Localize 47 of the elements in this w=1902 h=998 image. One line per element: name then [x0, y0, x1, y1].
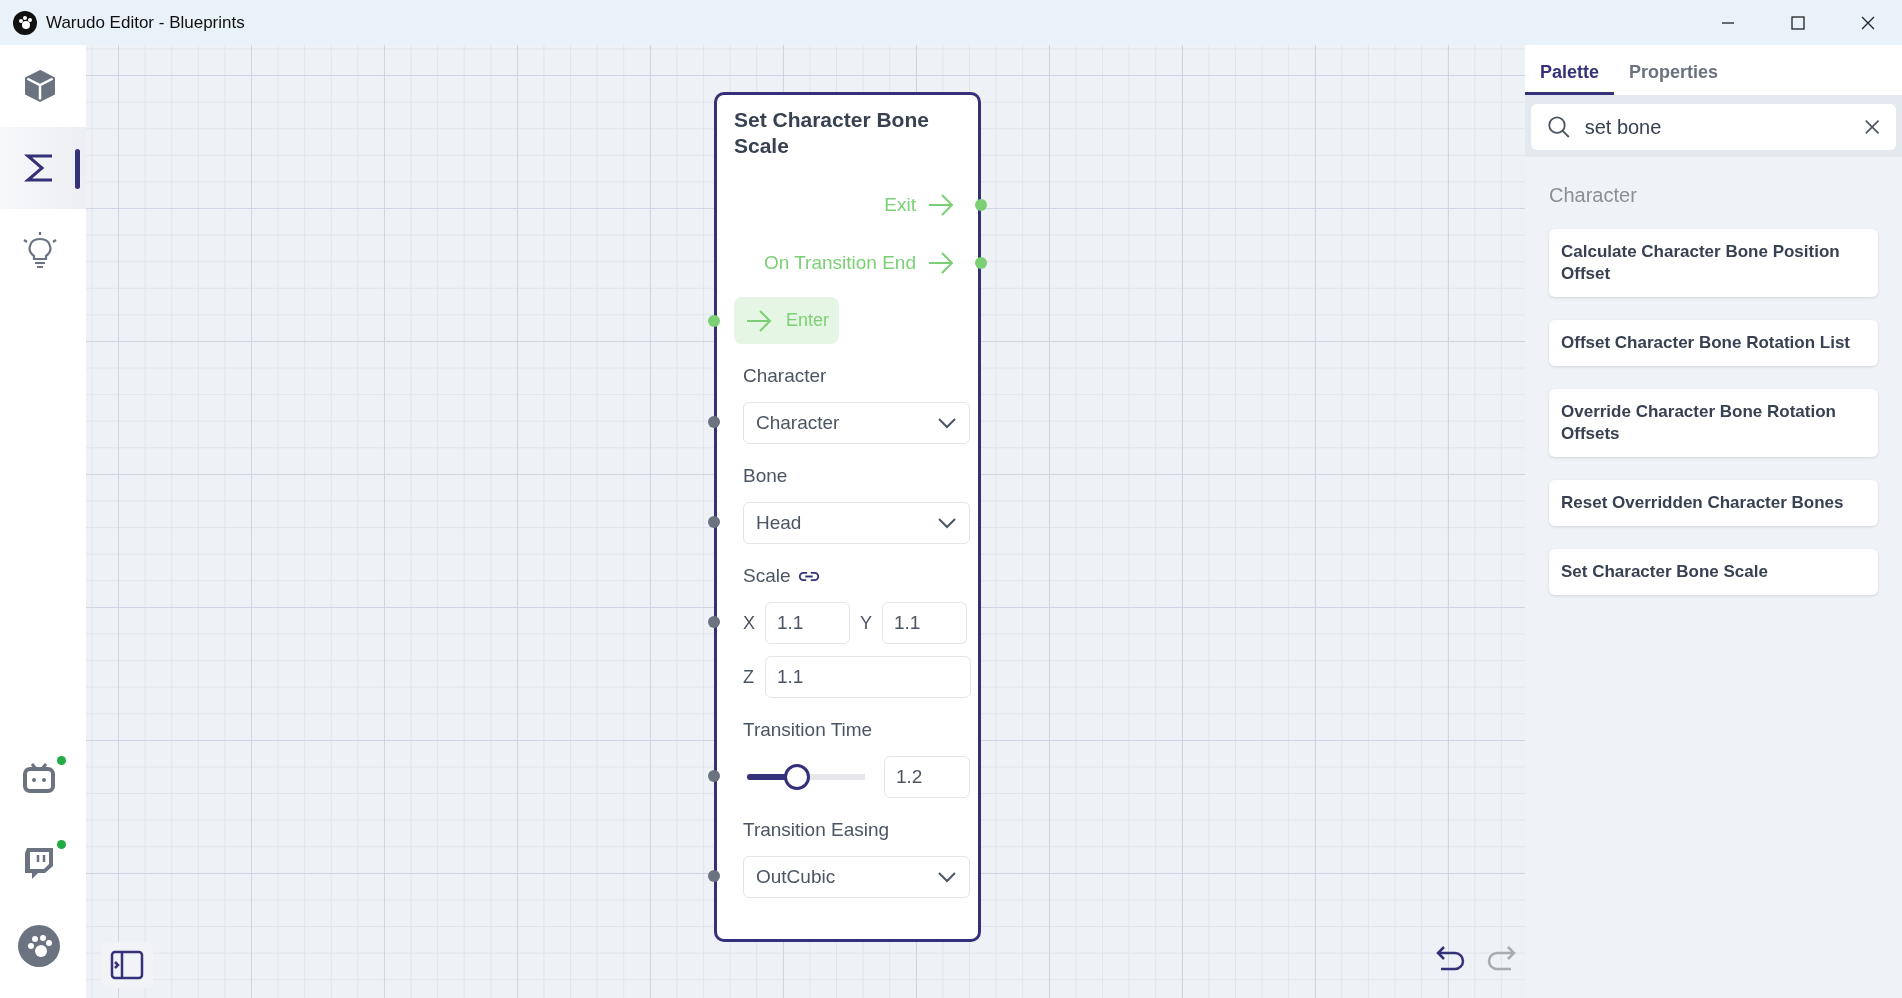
nav-button[interactable]	[0, 127, 86, 209]
palette-item[interactable]: Override Character Bone Rotation Offsets	[1549, 389, 1878, 457]
number-field[interactable]: 1.2	[884, 756, 970, 798]
slider-thumb[interactable]	[783, 764, 810, 790]
input-label: Character	[743, 365, 827, 387]
number-field[interactable]: 1.1	[765, 656, 971, 698]
output-port-label: Exit	[884, 194, 916, 216]
input-label: Transition Time	[743, 719, 873, 741]
dropdown[interactable]: Character	[743, 402, 970, 444]
chevron-down-icon	[937, 517, 957, 529]
chevron-down-icon	[937, 871, 957, 883]
number-field[interactable]: 1.1	[882, 602, 967, 644]
window-title: Warudo Editor - Blueprints	[46, 12, 245, 33]
dropdown[interactable]: OutCubic	[743, 856, 970, 898]
data-port[interactable]	[708, 870, 720, 882]
node-title: Set Character Bone Scale	[734, 107, 930, 159]
search-icon	[1547, 114, 1571, 140]
arrow-right-icon	[928, 252, 954, 274]
data-port[interactable]	[708, 770, 720, 782]
input-label: Scale	[743, 565, 791, 587]
input-label: Bone	[743, 465, 788, 487]
search-field[interactable]: set bone	[1531, 104, 1896, 150]
input-label: Transition Easing	[743, 819, 890, 841]
paw-logo-icon	[13, 10, 37, 35]
clear-icon[interactable]	[1863, 118, 1880, 136]
dropdown[interactable]: Head	[743, 502, 970, 544]
palette-item[interactable]: Reset Overridden Character Bones	[1549, 480, 1878, 526]
data-port[interactable]	[708, 516, 720, 528]
axis-label: Y	[860, 612, 873, 634]
data-port[interactable]	[708, 616, 720, 628]
axis-label: Z	[743, 666, 755, 688]
paw-icon	[17, 924, 61, 968]
group-heading: Character	[1548, 183, 1638, 207]
output-port-label: On Transition End	[763, 252, 916, 274]
flow-port[interactable]	[708, 314, 720, 327]
close-icon[interactable]	[1860, 14, 1876, 31]
maximize-icon[interactable]	[1790, 14, 1806, 31]
axis-label: X	[743, 612, 756, 634]
palette-item[interactable]: Calculate Character Bone Position Offset	[1549, 229, 1878, 297]
arrow-right-icon	[928, 194, 954, 216]
chevron-down-icon	[937, 417, 957, 429]
arrow-right-icon	[746, 309, 772, 332]
palette-item[interactable]: Offset Character Bone Rotation List	[1549, 320, 1878, 366]
data-port[interactable]	[708, 416, 720, 428]
number-field[interactable]: 1.1	[765, 602, 850, 644]
palette-item[interactable]: Set Character Bone Scale	[1549, 549, 1878, 595]
panel-tab[interactable]: Properties	[1614, 45, 1734, 95]
